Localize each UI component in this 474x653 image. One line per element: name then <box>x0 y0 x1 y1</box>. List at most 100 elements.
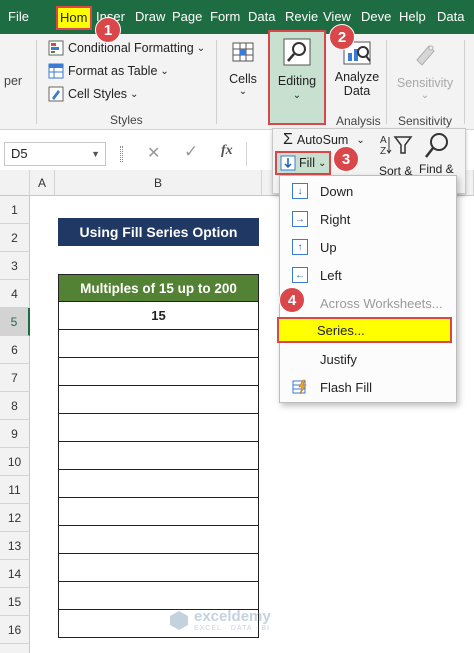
tab-data[interactable]: Data <box>248 0 278 34</box>
menu-item-label: Series... <box>317 322 365 338</box>
row-header[interactable]: 5 <box>0 308 30 336</box>
analyze-data-label-1: Analyze <box>334 70 380 84</box>
row-header[interactable]: 7 <box>0 364 30 392</box>
data-cell[interactable] <box>58 442 259 470</box>
format-as-table-button[interactable]: Format as Table ⌄ <box>48 63 169 79</box>
fill-left-icon: ← <box>292 267 308 283</box>
ribbon-separator <box>464 40 465 124</box>
menu-item-flash-fill[interactable]: Flash Fill <box>280 374 456 400</box>
row-header[interactable]: 10 <box>0 448 30 476</box>
menu-item-label: Across Worksheets... <box>320 295 443 311</box>
conditional-formatting-button[interactable]: Conditional Formatting ⌄ <box>48 40 205 56</box>
menu-item-justify[interactable]: Justify <box>280 346 456 372</box>
sensitivity-label: Sensitivity <box>396 76 454 90</box>
row-header[interactable]: 1 <box>0 196 30 224</box>
menu-item-label: Up <box>320 239 337 255</box>
row-header[interactable]: 11 <box>0 476 30 504</box>
search-icon <box>425 133 448 158</box>
sensitivity-button[interactable]: Sensitivity ⌄ <box>393 40 457 101</box>
step-badge-1: 1 <box>95 17 121 43</box>
find-select-button[interactable]: Find & <box>419 131 454 176</box>
formula-input[interactable] <box>246 142 272 166</box>
data-cell[interactable] <box>58 414 259 442</box>
editing-button[interactable]: Editing ⌄ <box>268 30 326 125</box>
chevron-down-icon: ▼ <box>91 149 100 159</box>
autosum-label: AutoSum <box>296 133 349 147</box>
row-header[interactable]: 13 <box>0 532 30 560</box>
row-header[interactable]: 3 <box>0 252 30 280</box>
data-cell[interactable] <box>58 554 259 582</box>
data-cell[interactable] <box>58 526 259 554</box>
sheet-title-cell[interactable]: Using Fill Series Option <box>58 218 259 246</box>
tab-formulas[interactable]: Form <box>210 0 243 34</box>
row-header[interactable]: 4 <box>0 280 30 308</box>
menu-item-label: Down <box>320 183 354 199</box>
tab-file[interactable]: File <box>8 0 42 34</box>
formula-bar-grip <box>120 146 123 162</box>
menu-item-down[interactable]: ↓ Down <box>280 178 456 204</box>
column-header[interactable]: B <box>55 170 262 196</box>
step-badge-3: 3 <box>333 146 359 172</box>
tab-developer[interactable]: Deve <box>361 0 393 34</box>
fill-up-icon: ↑ <box>292 239 308 255</box>
svg-text:Z: Z <box>380 146 386 157</box>
select-all-corner[interactable] <box>0 170 30 196</box>
chevron-down-icon: ⌄ <box>420 90 430 101</box>
flash-fill-icon <box>292 379 307 395</box>
enter-icon[interactable]: ✓ <box>184 142 198 162</box>
cell-styles-button[interactable]: Cell Styles ⌄ <box>48 86 138 102</box>
format-as-table-label: Format as Table <box>68 64 158 78</box>
name-box[interactable]: D5 ▼ <box>4 142 106 166</box>
sensitivity-icon <box>416 45 435 66</box>
fill-label: Fill <box>299 156 315 170</box>
row-header[interactable]: 8 <box>0 392 30 420</box>
row-header[interactable]: 17 <box>0 644 30 653</box>
tab-review[interactable]: Revie <box>285 0 319 34</box>
cells-label: Cells <box>229 72 257 86</box>
tab-home[interactable]: Hom <box>56 6 92 30</box>
insert-function-icon[interactable]: fx <box>221 143 233 159</box>
table-header-cell[interactable]: Multiples of 15 up to 200 <box>58 274 259 302</box>
data-cell[interactable]: 15 <box>58 302 259 330</box>
data-cell[interactable] <box>58 330 259 358</box>
tab-page-layout[interactable]: Page <box>172 0 204 34</box>
menu-item-left[interactable]: ← Left <box>280 262 456 288</box>
step-badge-4: 4 <box>279 287 305 313</box>
row-header[interactable]: 6 <box>0 336 30 364</box>
fill-dropdown-menu: ↓ Down → Right ↑ Up ← Left Across Worksh… <box>277 175 457 403</box>
row-header[interactable]: 9 <box>0 420 30 448</box>
data-cell[interactable] <box>58 386 259 414</box>
menu-item-right[interactable]: → Right <box>280 206 456 232</box>
autosum-button[interactable]: Σ AutoSum ⌄ <box>283 131 365 149</box>
data-cell[interactable] <box>58 582 259 610</box>
menu-item-up[interactable]: ↑ Up <box>280 234 456 260</box>
tab-draw[interactable]: Draw <box>135 0 167 34</box>
row-header[interactable]: 2 <box>0 224 30 252</box>
autosum-icon: Σ <box>283 131 293 148</box>
data-cell[interactable] <box>58 498 259 526</box>
tab-help[interactable]: Help <box>399 0 429 34</box>
row-header[interactable]: 16 <box>0 616 30 644</box>
fill-button[interactable]: Fill ⌄ <box>275 151 332 175</box>
watermark-name: exceldemy <box>194 608 271 625</box>
conditional-formatting-label: Conditional Formatting <box>68 41 194 55</box>
ribbon-tab-bar: File Hom Inser Draw Page Form Data Revie… <box>0 0 474 34</box>
ribbon-separator <box>36 40 37 124</box>
sort-filter-button[interactable]: A Z Sort & <box>379 133 413 178</box>
cancel-icon[interactable]: ✕ <box>147 143 160 163</box>
data-cell[interactable] <box>58 358 259 386</box>
menu-item-series[interactable]: Series... <box>277 317 452 343</box>
ribbon-separator <box>216 40 217 124</box>
row-header[interactable]: 14 <box>0 560 30 588</box>
row-header[interactable]: 15 <box>0 588 30 616</box>
analyze-data-label-2: Data <box>343 84 371 98</box>
tab-data-2[interactable]: Data <box>437 0 471 34</box>
watermark-subtitle: EXCEL · DATA · BI <box>194 625 270 632</box>
row-header[interactable]: 12 <box>0 504 30 532</box>
fill-right-icon: → <box>292 211 308 227</box>
menu-item-across-worksheets: Across Worksheets... <box>280 290 456 316</box>
cells-button[interactable]: Cells ⌄ <box>223 40 263 97</box>
find-select-label: Find & <box>419 162 454 176</box>
column-header[interactable]: A <box>30 170 55 196</box>
data-cell[interactable] <box>58 470 259 498</box>
